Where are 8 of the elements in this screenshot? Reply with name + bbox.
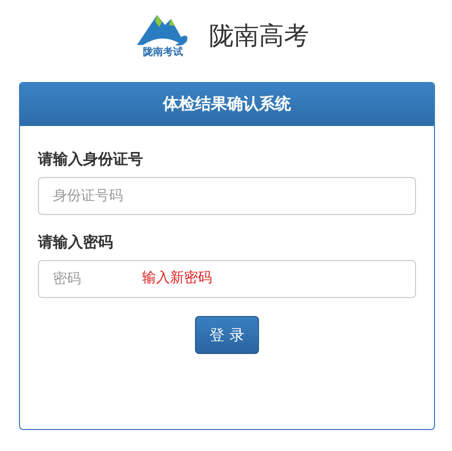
login-button[interactable]: 登 录 — [195, 316, 259, 354]
annotation-text: 输入新密码 — [142, 269, 212, 287]
site-title: 陇南高考 — [209, 20, 309, 52]
field-label: 请输入身份证号 — [38, 150, 144, 169]
logo-text: 陇南考试 — [143, 47, 183, 59]
panel-title: 体检结果确认系统 — [20, 83, 434, 126]
input-field[interactable]: 身份证号码 — [38, 177, 416, 215]
field-label: 请输入密码 — [38, 233, 114, 252]
